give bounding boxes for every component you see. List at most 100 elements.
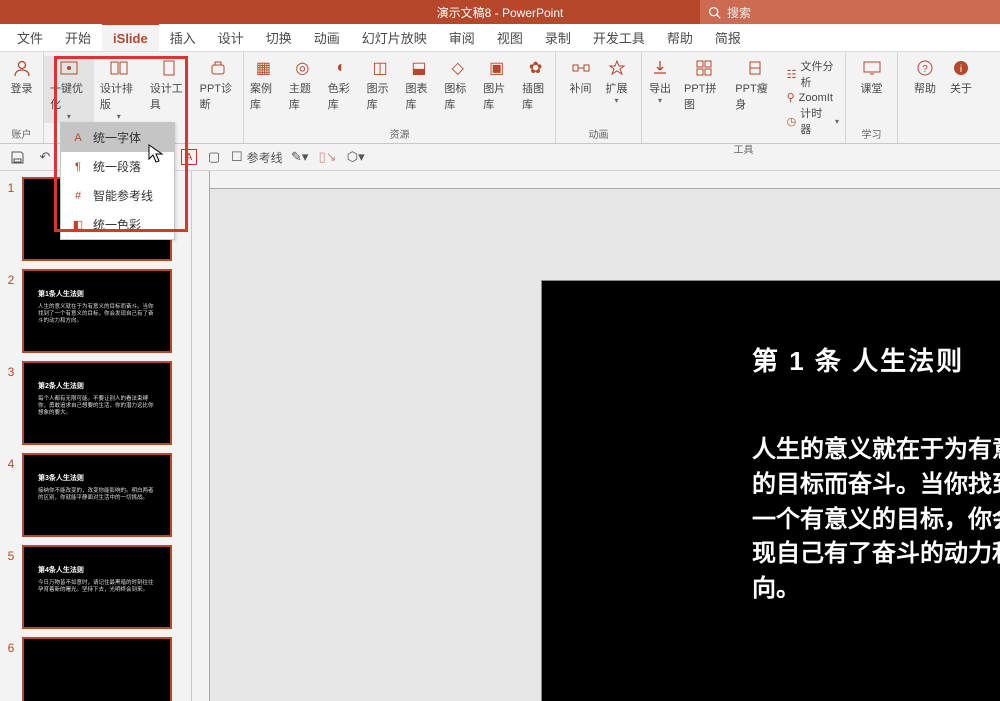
qat-item[interactable]: ▯↘ (317, 146, 339, 168)
menu-bar: 文件 开始 iSlide 插入 设计 切换 动画 幻灯片放映 审阅 视图 录制 … (0, 24, 1000, 52)
resource-2[interactable]: ◐色彩库 (322, 56, 361, 114)
undo-button[interactable]: ↶ (34, 146, 56, 168)
diag-label: PPT诊断 (200, 80, 237, 112)
resource-6[interactable]: ▣图片库 (477, 56, 516, 114)
resource-1[interactable]: ◎主题库 (283, 56, 322, 114)
fileanalyze-button[interactable]: ☷文件分析 (787, 58, 839, 90)
save-button[interactable] (6, 146, 28, 168)
search-icon (708, 6, 721, 19)
menu-design[interactable]: 设计 (207, 24, 255, 52)
help-button[interactable]: ?帮助 (907, 56, 943, 98)
menu-help[interactable]: 帮助 (656, 24, 704, 52)
login-button[interactable]: 登录 (4, 56, 40, 98)
class-button[interactable]: 课堂 (854, 56, 890, 98)
resource-7[interactable]: ✿插图库 (516, 56, 555, 114)
thumb-number: 1 (0, 177, 22, 195)
puzzle-button[interactable]: PPT拼图 (678, 56, 729, 114)
thumb-number: 6 (0, 637, 22, 655)
expand-button[interactable]: 扩展 ▾ (599, 56, 635, 107)
tween-button[interactable]: 补间 (563, 56, 599, 98)
thumbnail-2[interactable]: 第1条人生法则人生的意义就在于为有意义的目标而奋斗。当你找到了一个有意义的目标，… (22, 269, 172, 353)
about-label: 关于 (950, 80, 972, 96)
analyze-icon: ☷ (787, 68, 797, 81)
group-tool-label: 工具 (642, 139, 845, 158)
thumbnail-6[interactable] (22, 637, 172, 701)
dd-icon: A (71, 131, 85, 145)
timer-button[interactable]: ◷计时器▾ (787, 105, 839, 137)
menu-transition[interactable]: 切换 (255, 24, 303, 52)
menu-review[interactable]: 审阅 (438, 24, 486, 52)
slim-label: PPT瘦身 (735, 80, 774, 112)
timer-label: 计时器 (800, 105, 831, 137)
menu-islide[interactable]: iSlide (102, 23, 159, 51)
menu-view[interactable]: 视图 (486, 24, 534, 52)
puzzle-label: PPT拼图 (684, 80, 723, 112)
dropdown-item[interactable]: A统一字体 (61, 123, 174, 152)
dd-label: 统一段落 (93, 158, 141, 175)
search-box[interactable]: 搜索 (700, 0, 1000, 24)
lib-label: 图表库 (406, 80, 433, 112)
slide-body[interactable]: 人生的意义就在于为有意的目标而奋斗。当你找到一个有意义的目标，你会现自己有了奋斗… (752, 433, 1000, 607)
tools-button[interactable]: 设计工具 (144, 56, 194, 114)
layout-button[interactable]: 设计排版 ▾ (94, 56, 144, 123)
group-resource-label: 资源 (244, 124, 555, 143)
chevron-down-icon: ▾ (117, 112, 121, 121)
thumbnail-5[interactable]: 第4条人生法则今日万物皆不如意时，请记住最黑暗的时刻往往孕育着新的曙光。坚持下去… (22, 545, 172, 629)
zoomit-button[interactable]: ⚲ZoomIt (787, 91, 839, 104)
guide-toggle[interactable]: ☐参考线 (231, 146, 283, 168)
user-icon (12, 58, 32, 78)
lib-icon: ⬓ (409, 58, 429, 78)
menu-record[interactable]: 录制 (534, 24, 582, 52)
optimize-dropdown: A统一字体 ¶ 统一段落 #智能参考线◧统一色彩 (60, 122, 175, 240)
qat-item[interactable]: A (181, 149, 197, 165)
dd-label: 统一色彩 (93, 216, 141, 233)
lib-label: 插图库 (522, 80, 549, 112)
menu-devtools[interactable]: 开发工具 (582, 24, 656, 52)
slide-title[interactable]: 第 1 条 人生法则 (752, 341, 1000, 378)
zoom-icon: ⚲ (787, 91, 795, 104)
slide-thumbnails: 1 2 第1条人生法则人生的意义就在于为有意义的目标而奋斗。当你找到了一个有意义… (0, 171, 192, 701)
optimize-button[interactable]: 一键优化 ▾ (44, 56, 94, 123)
lib-label: 案例库 (250, 80, 277, 112)
menu-file[interactable]: 文件 (6, 24, 54, 52)
ruler-horizontal (210, 171, 1000, 189)
menu-animation[interactable]: 动画 (303, 24, 351, 52)
menu-brief[interactable]: 简报 (704, 24, 752, 52)
thumbnail-3[interactable]: 第2条人生法则每个人都有无限可能。不要让别人的看法束缚你，勇敢追求自己想要的生活… (22, 361, 172, 445)
layout-label: 设计排版 (100, 80, 138, 112)
ruler-vertical (192, 171, 210, 701)
export-button[interactable]: 导出▾ (642, 56, 678, 107)
resource-3[interactable]: ◫图示库 (361, 56, 400, 114)
dropdown-item[interactable]: #智能参考线 (61, 181, 174, 210)
current-slide[interactable]: 第 1 条 人生法则 人生的意义就在于为有意的目标而奋斗。当你找到一个有意义的目… (542, 281, 1000, 701)
chevron-down-icon: ▾ (614, 96, 618, 105)
qat-item[interactable]: ▢ (203, 146, 225, 168)
title-bar: 演示文稿8 - PowerPoint 搜索 (0, 0, 1000, 24)
login-label: 登录 (11, 80, 33, 96)
resource-5[interactable]: ◇图标库 (438, 56, 477, 114)
optimize-icon (59, 58, 79, 78)
dropdown-item[interactable]: ◧统一色彩 (61, 210, 174, 239)
dd-icon: ¶ (71, 160, 85, 174)
resource-4[interactable]: ⬓图表库 (400, 56, 439, 114)
menu-home[interactable]: 开始 (54, 24, 102, 52)
chevron-down-icon: ▾ (658, 96, 662, 105)
tools-icon (159, 58, 179, 78)
slide-canvas[interactable]: 第 1 条 人生法则 人生的意义就在于为有意的目标而奋斗。当你找到一个有意义的目… (192, 171, 1000, 701)
lib-icon: ◎ (292, 58, 312, 78)
dd-label: 智能参考线 (93, 187, 153, 204)
diag-button[interactable]: PPT诊断 (194, 56, 243, 114)
slim-button[interactable]: PPT瘦身 (729, 56, 780, 114)
puzzle-icon (694, 58, 714, 78)
qat-item[interactable]: ✎▾ (289, 146, 311, 168)
resource-0[interactable]: ▦案例库 (244, 56, 283, 114)
menu-slideshow[interactable]: 幻灯片放映 (351, 24, 438, 52)
diag-icon (208, 58, 228, 78)
about-button[interactable]: i关于 (943, 56, 979, 98)
group-anim-label: 动画 (556, 124, 641, 143)
dropdown-item[interactable]: ¶ 统一段落 (61, 152, 174, 181)
qat-item[interactable]: ⬡▾ (345, 146, 367, 168)
menu-insert[interactable]: 插入 (159, 24, 207, 52)
group-learn-label: 学习 (846, 124, 897, 143)
thumbnail-4[interactable]: 第3条人生法则接纳你不能改变的，改变你能影响的。明白两者的区别，你就能平静面对生… (22, 453, 172, 537)
